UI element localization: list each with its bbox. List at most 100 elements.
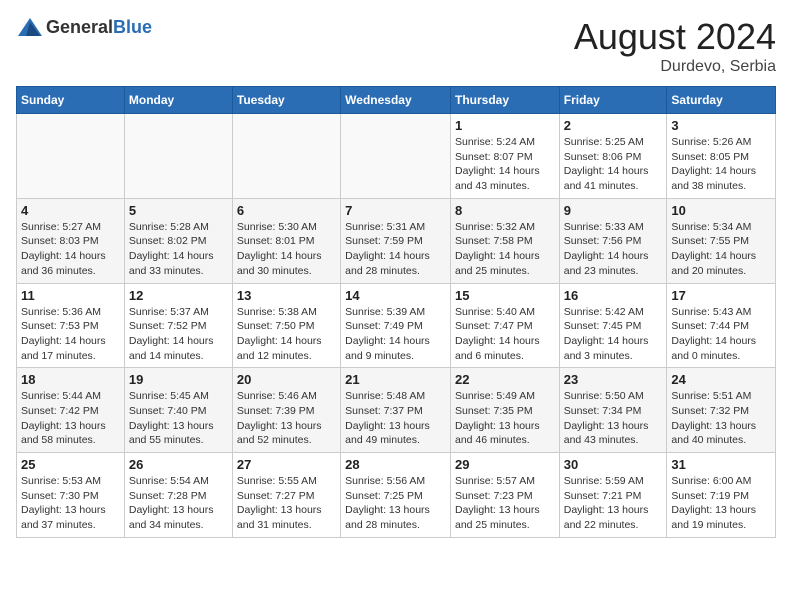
day-info: Sunrise: 5:43 AM Sunset: 7:44 PM Dayligh…	[671, 305, 771, 364]
day-info: Sunrise: 5:42 AM Sunset: 7:45 PM Dayligh…	[564, 305, 663, 364]
calendar-cell: 26 Sunrise: 5:54 AM Sunset: 7:28 PM Dayli…	[124, 453, 232, 538]
day-number: 7	[345, 203, 446, 218]
day-info: Sunrise: 5:26 AM Sunset: 8:05 PM Dayligh…	[671, 135, 771, 194]
day-number: 18	[21, 372, 120, 387]
day-number: 15	[455, 288, 555, 303]
calendar-cell	[232, 114, 340, 199]
calendar-table: SundayMondayTuesdayWednesdayThursdayFrid…	[16, 86, 776, 538]
calendar-cell: 11 Sunrise: 5:36 AM Sunset: 7:53 PM Dayli…	[17, 283, 125, 368]
day-info: Sunrise: 5:44 AM Sunset: 7:42 PM Dayligh…	[21, 389, 120, 448]
day-info: Sunrise: 5:51 AM Sunset: 7:32 PM Dayligh…	[671, 389, 771, 448]
day-info: Sunrise: 5:33 AM Sunset: 7:56 PM Dayligh…	[564, 220, 663, 279]
calendar-cell: 25 Sunrise: 5:53 AM Sunset: 7:30 PM Dayli…	[17, 453, 125, 538]
logo-icon	[16, 16, 44, 38]
day-number: 4	[21, 203, 120, 218]
day-info: Sunrise: 5:24 AM Sunset: 8:07 PM Dayligh…	[455, 135, 555, 194]
day-number: 12	[129, 288, 228, 303]
calendar-cell	[17, 114, 125, 199]
day-info: Sunrise: 5:36 AM Sunset: 7:53 PM Dayligh…	[21, 305, 120, 364]
calendar-cell: 18 Sunrise: 5:44 AM Sunset: 7:42 PM Dayli…	[17, 368, 125, 453]
logo-text-blue: Blue	[113, 17, 152, 37]
day-number: 23	[564, 372, 663, 387]
calendar-cell: 13Sunrise: 5:38 AM Sunset: 7:50 PM Dayli…	[232, 283, 340, 368]
day-info: Sunrise: 5:31 AM Sunset: 7:59 PM Dayligh…	[345, 220, 446, 279]
day-info: Sunrise: 5:57 AM Sunset: 7:23 PM Dayligh…	[455, 474, 555, 533]
day-info: Sunrise: 5:32 AM Sunset: 7:58 PM Dayligh…	[455, 220, 555, 279]
calendar-cell: 29Sunrise: 5:57 AM Sunset: 7:23 PM Dayli…	[450, 453, 559, 538]
day-number: 8	[455, 203, 555, 218]
day-info: Sunrise: 5:49 AM Sunset: 7:35 PM Dayligh…	[455, 389, 555, 448]
day-info: Sunrise: 5:53 AM Sunset: 7:30 PM Dayligh…	[21, 474, 120, 533]
calendar-cell: 15 Sunrise: 5:40 AM Sunset: 7:47 PM Dayli…	[450, 283, 559, 368]
calendar-cell: 3 Sunrise: 5:26 AM Sunset: 8:05 PM Daylig…	[667, 114, 776, 199]
day-number: 19	[129, 372, 228, 387]
day-number: 16	[564, 288, 663, 303]
day-info: Sunrise: 5:59 AM Sunset: 7:21 PM Dayligh…	[564, 474, 663, 533]
day-number: 20	[237, 372, 336, 387]
day-info: Sunrise: 5:54 AM Sunset: 7:28 PM Dayligh…	[129, 474, 228, 533]
weekday-header-sunday: Sunday	[17, 87, 125, 114]
day-number: 22	[455, 372, 555, 387]
calendar-cell: 6 Sunrise: 5:30 AM Sunset: 8:01 PM Daylig…	[232, 198, 340, 283]
day-number: 27	[237, 457, 336, 472]
calendar-cell: 24 Sunrise: 5:51 AM Sunset: 7:32 PM Dayli…	[667, 368, 776, 453]
day-info: Sunrise: 5:50 AM Sunset: 7:34 PM Dayligh…	[564, 389, 663, 448]
day-number: 11	[21, 288, 120, 303]
calendar-cell: 1 Sunrise: 5:24 AM Sunset: 8:07 PM Daylig…	[450, 114, 559, 199]
day-number: 25	[21, 457, 120, 472]
calendar-cell: 28 Sunrise: 5:56 AM Sunset: 7:25 PM Dayli…	[341, 453, 451, 538]
calendar-cell: 10Sunrise: 5:34 AM Sunset: 7:55 PM Dayli…	[667, 198, 776, 283]
calendar-cell: 31 Sunrise: 6:00 AM Sunset: 7:19 PM Dayli…	[667, 453, 776, 538]
day-info: Sunrise: 5:56 AM Sunset: 7:25 PM Dayligh…	[345, 474, 446, 533]
calendar-cell	[341, 114, 451, 199]
calendar-cell: 5 Sunrise: 5:28 AM Sunset: 8:02 PM Daylig…	[124, 198, 232, 283]
calendar-cell: 19 Sunrise: 5:45 AM Sunset: 7:40 PM Dayli…	[124, 368, 232, 453]
day-info: Sunrise: 5:38 AM Sunset: 7:50 PM Dayligh…	[237, 305, 336, 364]
calendar-cell	[124, 114, 232, 199]
calendar-cell: 22 Sunrise: 5:49 AM Sunset: 7:35 PM Dayli…	[450, 368, 559, 453]
calendar-cell: 14 Sunrise: 5:39 AM Sunset: 7:49 PM Dayli…	[341, 283, 451, 368]
calendar-week-row: 18 Sunrise: 5:44 AM Sunset: 7:42 PM Dayli…	[17, 368, 776, 453]
calendar-week-row: 1 Sunrise: 5:24 AM Sunset: 8:07 PM Daylig…	[17, 114, 776, 199]
day-number: 17	[671, 288, 771, 303]
calendar-cell: 4 Sunrise: 5:27 AM Sunset: 8:03 PM Daylig…	[17, 198, 125, 283]
day-info: Sunrise: 5:45 AM Sunset: 7:40 PM Dayligh…	[129, 389, 228, 448]
day-number: 28	[345, 457, 446, 472]
day-info: Sunrise: 5:55 AM Sunset: 7:27 PM Dayligh…	[237, 474, 336, 533]
day-number: 26	[129, 457, 228, 472]
calendar-week-row: 4 Sunrise: 5:27 AM Sunset: 8:03 PM Daylig…	[17, 198, 776, 283]
calendar-cell: 17 Sunrise: 5:43 AM Sunset: 7:44 PM Dayli…	[667, 283, 776, 368]
calendar-cell: 23 Sunrise: 5:50 AM Sunset: 7:34 PM Dayli…	[559, 368, 667, 453]
weekday-header-monday: Monday	[124, 87, 232, 114]
day-number: 5	[129, 203, 228, 218]
weekday-header-row: SundayMondayTuesdayWednesdayThursdayFrid…	[17, 87, 776, 114]
calendar-cell: 16 Sunrise: 5:42 AM Sunset: 7:45 PM Dayli…	[559, 283, 667, 368]
day-number: 30	[564, 457, 663, 472]
location-subtitle: Durdevo, Serbia	[574, 58, 776, 76]
day-info: Sunrise: 5:30 AM Sunset: 8:01 PM Dayligh…	[237, 220, 336, 279]
month-year-title: August 2024	[574, 16, 776, 58]
day-info: Sunrise: 5:37 AM Sunset: 7:52 PM Dayligh…	[129, 305, 228, 364]
day-info: Sunrise: 5:39 AM Sunset: 7:49 PM Dayligh…	[345, 305, 446, 364]
day-info: Sunrise: 5:25 AM Sunset: 8:06 PM Dayligh…	[564, 135, 663, 194]
day-number: 10	[671, 203, 771, 218]
calendar-cell: 12 Sunrise: 5:37 AM Sunset: 7:52 PM Dayli…	[124, 283, 232, 368]
day-info: Sunrise: 5:27 AM Sunset: 8:03 PM Dayligh…	[21, 220, 120, 279]
calendar-cell: 21Sunrise: 5:48 AM Sunset: 7:37 PM Dayli…	[341, 368, 451, 453]
day-number: 6	[237, 203, 336, 218]
calendar-cell: 8 Sunrise: 5:32 AM Sunset: 7:58 PM Daylig…	[450, 198, 559, 283]
day-number: 9	[564, 203, 663, 218]
day-info: Sunrise: 5:40 AM Sunset: 7:47 PM Dayligh…	[455, 305, 555, 364]
logo: GeneralBlue	[16, 16, 152, 38]
day-number: 1	[455, 118, 555, 133]
weekday-header-tuesday: Tuesday	[232, 87, 340, 114]
day-number: 14	[345, 288, 446, 303]
day-number: 24	[671, 372, 771, 387]
day-info: Sunrise: 5:46 AM Sunset: 7:39 PM Dayligh…	[237, 389, 336, 448]
day-info: Sunrise: 6:00 AM Sunset: 7:19 PM Dayligh…	[671, 474, 771, 533]
day-number: 3	[671, 118, 771, 133]
day-info: Sunrise: 5:28 AM Sunset: 8:02 PM Dayligh…	[129, 220, 228, 279]
day-number: 31	[671, 457, 771, 472]
calendar-week-row: 11 Sunrise: 5:36 AM Sunset: 7:53 PM Dayli…	[17, 283, 776, 368]
calendar-cell: 7 Sunrise: 5:31 AM Sunset: 7:59 PM Daylig…	[341, 198, 451, 283]
